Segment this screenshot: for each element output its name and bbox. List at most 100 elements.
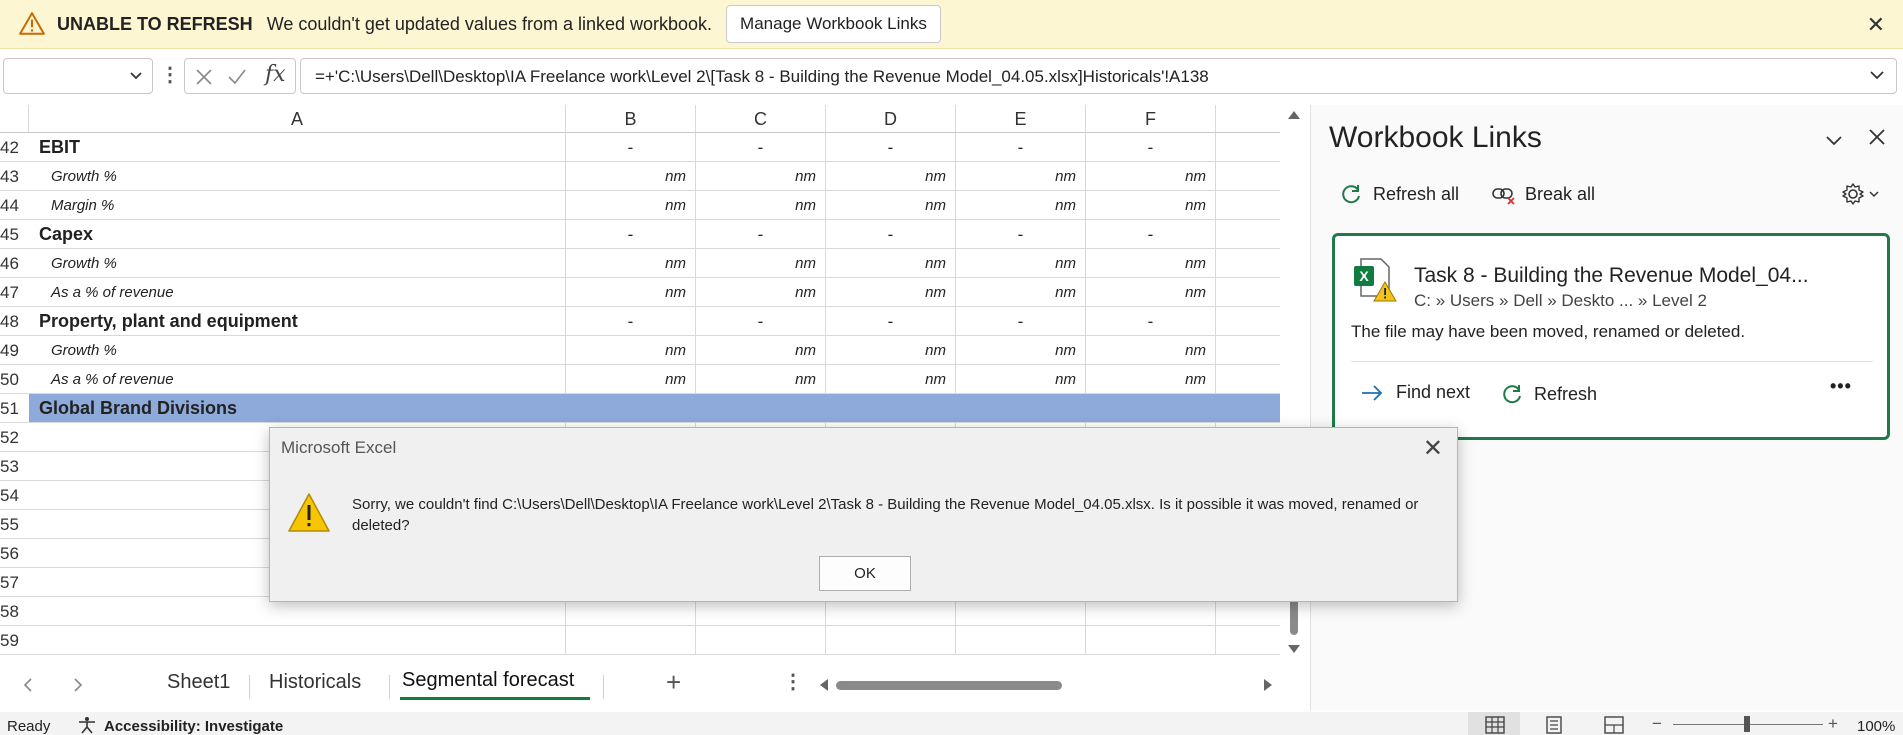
row-header[interactable]: 54 [0, 481, 29, 510]
value-cell[interactable]: nm [566, 162, 696, 191]
row-header[interactable]: 46 [0, 249, 29, 278]
row-header[interactable]: 50 [0, 365, 29, 394]
zoom-slider-thumb[interactable] [1744, 716, 1750, 732]
settings-gear-icon[interactable] [1841, 182, 1881, 206]
overflow-cell[interactable] [1216, 307, 1280, 336]
page-layout-icon[interactable] [1544, 716, 1564, 734]
break-all-button[interactable]: Break all [1491, 182, 1595, 206]
value-cell[interactable]: nm [826, 336, 956, 365]
row-header[interactable]: 57 [0, 568, 29, 597]
row-header[interactable]: 59 [0, 626, 29, 655]
row-header[interactable]: 52 [0, 423, 29, 452]
manage-workbook-links-button[interactable]: Manage Workbook Links [726, 5, 941, 43]
value-cell[interactable]: nm [566, 191, 696, 220]
overflow-cell[interactable] [1216, 278, 1280, 307]
next-sheet-icon[interactable] [72, 677, 84, 693]
sheet-options-icon[interactable]: ⋮ [783, 669, 803, 694]
value-cell[interactable]: nm [696, 278, 826, 307]
zoom-in-icon[interactable]: + [1828, 714, 1838, 734]
accessibility-status[interactable]: Accessibility: Investigate [104, 718, 283, 735]
value-cell[interactable]: nm [696, 191, 826, 220]
row-header[interactable]: 47 [0, 278, 29, 307]
value-cell[interactable] [696, 626, 826, 655]
find-next-button[interactable]: Find next [1360, 382, 1470, 403]
row-header[interactable]: 51 [0, 394, 29, 423]
expand-formula-chevron-icon[interactable] [1868, 66, 1886, 84]
value-cell[interactable]: nm [826, 191, 956, 220]
value-cell[interactable]: - [956, 307, 1086, 336]
value-cell[interactable]: nm [956, 336, 1086, 365]
value-cell[interactable]: nm [956, 249, 1086, 278]
column-header-a[interactable]: A [29, 105, 566, 133]
row-header[interactable]: 42 [0, 133, 29, 162]
row-header[interactable]: 56 [0, 539, 29, 568]
value-cell[interactable]: nm [956, 191, 1086, 220]
column-header-b[interactable]: B [566, 105, 696, 133]
value-cell[interactable]: nm [1086, 278, 1216, 307]
column-header-f[interactable]: F [1086, 105, 1216, 133]
row-label-cell[interactable]: Property, plant and equipment [29, 307, 566, 336]
row-label-cell[interactable]: As a % of revenue [29, 365, 566, 394]
value-cell[interactable] [956, 626, 1086, 655]
pane-close-icon[interactable] [1867, 127, 1887, 147]
insert-function-icon[interactable]: fx [265, 62, 286, 87]
value-cell[interactable]: nm [696, 162, 826, 191]
value-cell[interactable] [1086, 626, 1216, 655]
column-header-overflow[interactable] [1216, 105, 1280, 133]
zoom-level[interactable]: 100% [1857, 718, 1895, 735]
scroll-down-icon[interactable] [1288, 645, 1300, 655]
tab-sheet1[interactable]: Sheet1 [167, 671, 230, 694]
cancel-icon[interactable] [195, 68, 213, 86]
row-label-cell[interactable]: Global Brand Divisions [29, 394, 1280, 423]
row-label-cell[interactable]: Capex [29, 220, 566, 249]
add-sheet-icon[interactable]: + [666, 667, 681, 698]
value-cell[interactable]: nm [1086, 336, 1216, 365]
value-cell[interactable]: nm [826, 162, 956, 191]
value-cell[interactable]: nm [696, 365, 826, 394]
refresh-all-button[interactable]: Refresh all [1339, 182, 1459, 206]
normal-view-icon[interactable] [1485, 716, 1505, 734]
value-cell[interactable]: nm [696, 336, 826, 365]
column-header-d[interactable]: D [826, 105, 956, 133]
overflow-cell[interactable] [1216, 336, 1280, 365]
dialog-close-icon[interactable]: ✕ [1423, 434, 1443, 463]
overflow-cell[interactable] [1216, 626, 1280, 655]
value-cell[interactable]: - [826, 133, 956, 162]
overflow-cell[interactable] [1216, 249, 1280, 278]
ok-button[interactable]: OK [819, 556, 911, 591]
row-header[interactable]: 55 [0, 510, 29, 539]
value-cell[interactable]: - [566, 307, 696, 336]
workbook-link-card[interactable]: X Task 8 - Building the Revenue Model_04… [1332, 233, 1890, 440]
row-header[interactable]: 44 [0, 191, 29, 220]
value-cell[interactable]: nm [566, 336, 696, 365]
row-label-cell[interactable]: As a % of revenue [29, 278, 566, 307]
value-cell[interactable]: - [1086, 133, 1216, 162]
message-bar-close-icon[interactable]: ✕ [1867, 12, 1885, 38]
value-cell[interactable]: nm [1086, 191, 1216, 220]
overflow-cell[interactable] [1216, 133, 1280, 162]
column-header-e[interactable]: E [956, 105, 1086, 133]
value-cell[interactable]: - [826, 220, 956, 249]
value-cell[interactable]: nm [956, 278, 1086, 307]
row-label-cell[interactable] [29, 626, 566, 655]
row-label-cell[interactable]: Growth % [29, 162, 566, 191]
value-cell[interactable]: nm [1086, 365, 1216, 394]
overflow-cell[interactable] [1216, 220, 1280, 249]
row-label-cell[interactable]: EBIT [29, 133, 566, 162]
value-cell[interactable]: nm [1086, 162, 1216, 191]
value-cell[interactable]: nm [956, 365, 1086, 394]
refresh-link-button[interactable]: Refresh [1500, 382, 1597, 406]
previous-sheet-icon[interactable] [22, 677, 34, 693]
select-all-corner[interactable] [0, 105, 29, 133]
row-header[interactable]: 43 [0, 162, 29, 191]
column-header-c[interactable]: C [696, 105, 826, 133]
value-cell[interactable]: - [566, 220, 696, 249]
value-cell[interactable]: - [1086, 307, 1216, 336]
value-cell[interactable]: - [696, 220, 826, 249]
value-cell[interactable]: nm [696, 249, 826, 278]
overflow-cell[interactable] [1216, 191, 1280, 220]
value-cell[interactable]: nm [826, 249, 956, 278]
row-header[interactable]: 48 [0, 307, 29, 336]
row-label-cell[interactable]: Growth % [29, 336, 566, 365]
more-options-icon[interactable]: ⋮ [160, 62, 180, 87]
